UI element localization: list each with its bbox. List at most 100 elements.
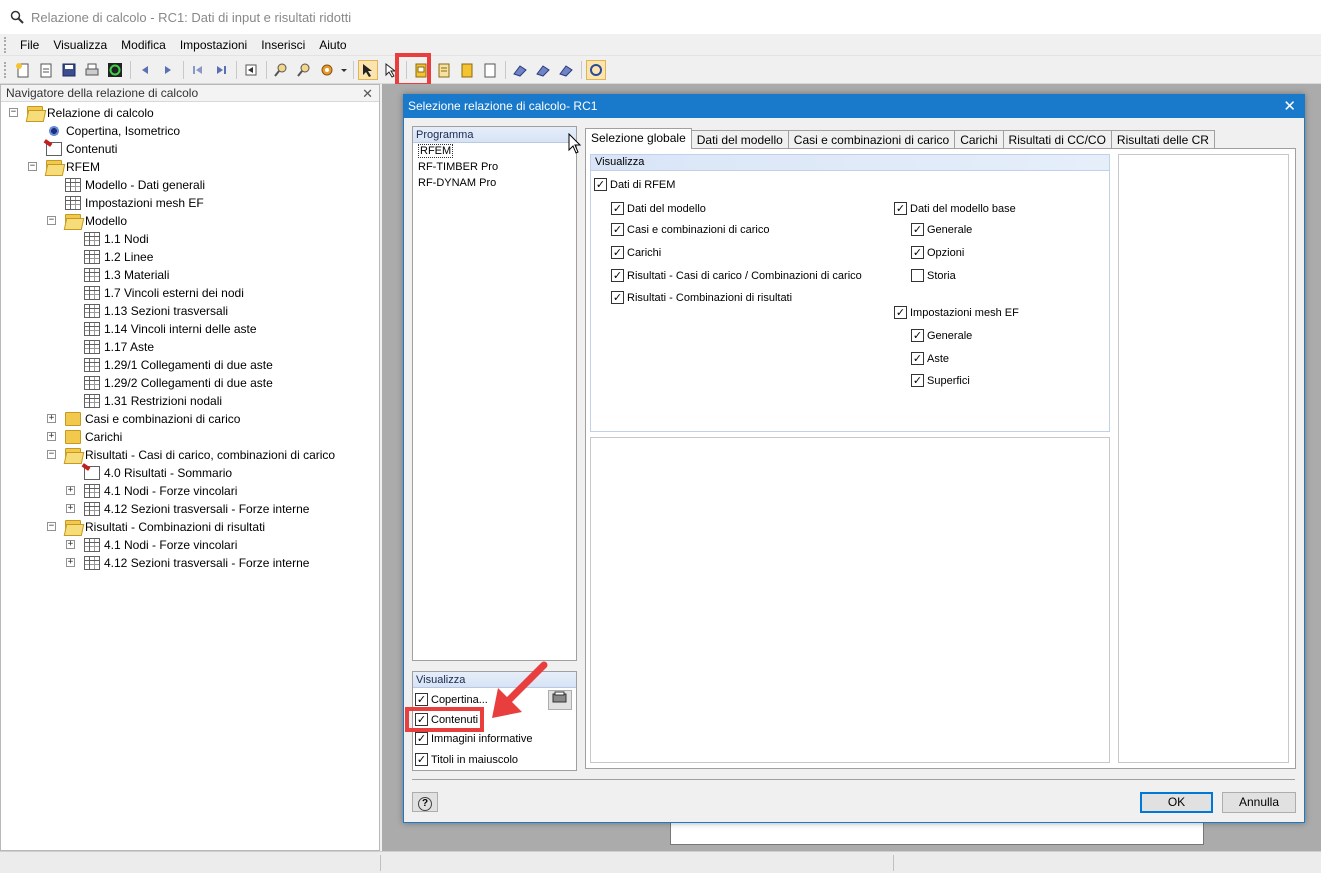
check-mesh-aste[interactable]: ✓ Aste (911, 352, 949, 365)
expand-icon[interactable]: + (66, 540, 75, 549)
program-item-rf-timber[interactable]: RF-TIMBER Pro (413, 159, 576, 175)
tree-item[interactable]: − Relazione di calcolo (1, 104, 379, 122)
check-mesh-superfici[interactable]: ✓ Superfici (911, 374, 970, 387)
check-mesh-generale[interactable]: ✓ Generale (911, 329, 972, 342)
check-dati-modello-base-box[interactable]: ✓ (894, 202, 907, 215)
expand-icon[interactable]: + (66, 504, 75, 513)
tree-item[interactable]: 4.0 Risultati - Sommario (1, 464, 379, 482)
report-header-icon[interactable] (457, 60, 477, 80)
tree-item[interactable]: + Carichi (1, 428, 379, 446)
expand-icon[interactable]: + (47, 432, 56, 441)
check-base-storia-box[interactable] (911, 269, 924, 282)
check-carichi-box[interactable]: ✓ (611, 246, 624, 259)
program-item-rf-dynam[interactable]: RF-DYNAM Pro (413, 175, 576, 191)
menu-file[interactable]: File (13, 35, 46, 55)
menu-aiuto[interactable]: Aiuto (312, 35, 353, 55)
tree-item[interactable]: − Risultati - Casi di carico, combinazion… (1, 446, 379, 464)
check-dati-modello-base[interactable]: ✓ Dati del modello base (894, 202, 1016, 215)
report-page-icon[interactable] (480, 60, 500, 80)
settings-gear-icon[interactable] (317, 60, 337, 80)
collapse-icon[interactable]: − (28, 162, 37, 171)
tree-item[interactable]: 1.2 Linee (1, 248, 379, 266)
check-dati-rfem-box[interactable]: ✓ (594, 178, 607, 191)
check-mesh-generale-box[interactable]: ✓ (911, 329, 924, 342)
check-casi-combinazioni[interactable]: ✓ Casi e combinazioni di carico (611, 223, 769, 236)
open-report-icon[interactable] (36, 60, 56, 80)
tree-item[interactable]: +4.12 Sezioni trasversali - Forze intern… (1, 500, 379, 518)
prev-page-icon[interactable] (135, 60, 155, 80)
last-page-icon[interactable] (211, 60, 231, 80)
zoom-in-icon[interactable] (271, 60, 291, 80)
tree-item[interactable]: + Casi e combinazioni di carico (1, 410, 379, 428)
tree-item[interactable]: − Modello (1, 212, 379, 230)
dialog-close-icon[interactable]: ✕ (1283, 95, 1296, 118)
tree-item[interactable]: Copertina, Isometrico (1, 122, 379, 140)
collapse-icon[interactable]: − (47, 216, 56, 225)
check-risultati-cr-box[interactable]: ✓ (611, 291, 624, 304)
expand-icon[interactable]: + (47, 414, 56, 423)
tree-item[interactable]: 1.14 Vincoli interni delle aste (1, 320, 379, 338)
tree-item[interactable]: Modello - Dati generali (1, 176, 379, 194)
option-copertina[interactable]: ✓ Copertina... (415, 693, 488, 706)
check-base-generale-box[interactable]: ✓ (911, 223, 924, 236)
tree-item[interactable]: Impostazioni mesh EF (1, 194, 379, 212)
collapse-icon[interactable]: − (47, 450, 56, 459)
ok-button[interactable]: OK (1140, 792, 1213, 813)
option-immagini-checkbox[interactable]: ✓ (415, 732, 428, 745)
next-page-icon[interactable] (158, 60, 178, 80)
tree-item[interactable]: +4.12 Sezioni trasversali - Forze intern… (1, 554, 379, 572)
check-risultati-cc[interactable]: ✓ Risultati - Casi di carico / Combinazio… (611, 269, 862, 282)
goto-page-icon[interactable] (241, 60, 261, 80)
tree-item[interactable]: 1.29/1 Collegamenti di due aste (1, 356, 379, 374)
check-base-opzioni-box[interactable]: ✓ (911, 246, 924, 259)
check-mesh-ef[interactable]: ✓ Impostazioni mesh EF (894, 306, 1019, 319)
menu-modifica[interactable]: Modifica (114, 35, 173, 55)
tree-item[interactable]: 1.7 Vincoli esterni dei nodi (1, 284, 379, 302)
save-icon[interactable] (59, 60, 79, 80)
tree-item[interactable]: 1.29/2 Collegamenti di due aste (1, 374, 379, 392)
check-dati-modello[interactable]: ✓ Dati del modello (611, 202, 706, 215)
option-titoli-checkbox[interactable]: ✓ (415, 753, 428, 766)
model-graphic-icon[interactable] (533, 60, 553, 80)
expand-icon[interactable]: + (66, 558, 75, 567)
refresh-icon[interactable] (105, 60, 125, 80)
check-mesh-aste-box[interactable]: ✓ (911, 352, 924, 365)
collapse-icon[interactable]: − (9, 108, 18, 117)
tree-item[interactable]: − RFEM (1, 158, 379, 176)
check-mesh-ef-box[interactable]: ✓ (894, 306, 907, 319)
zoom-out-icon[interactable] (294, 60, 314, 80)
option-titoli[interactable]: ✓ Titoli in maiuscolo (415, 753, 518, 766)
cancel-button[interactable]: Annulla (1222, 792, 1296, 813)
program-item-rfem[interactable]: RFEM (413, 143, 576, 159)
model-export-icon[interactable] (556, 60, 576, 80)
select-pointer-icon[interactable] (358, 60, 378, 80)
tree-item[interactable]: Contenuti (1, 140, 379, 158)
menu-impostazioni[interactable]: Impostazioni (173, 35, 254, 55)
check-risultati-cc-box[interactable]: ✓ (611, 269, 624, 282)
print-icon[interactable] (82, 60, 102, 80)
tab-risultati-cc-co[interactable]: Risultati di CC/CO (1002, 130, 1112, 149)
expand-icon[interactable]: + (66, 486, 75, 495)
tab-selezione-globale[interactable]: Selezione globale (585, 128, 692, 149)
option-copertina-checkbox[interactable]: ✓ (415, 693, 428, 706)
navigator-close-icon[interactable]: ✕ (362, 85, 373, 102)
check-base-storia[interactable]: Storia (911, 269, 956, 282)
tree-item[interactable]: 1.13 Sezioni trasversali (1, 302, 379, 320)
tree-item[interactable]: 1.1 Nodi (1, 230, 379, 248)
menu-visualizza[interactable]: Visualizza (46, 35, 114, 55)
check-casi-combinazioni-box[interactable]: ✓ (611, 223, 624, 236)
check-dati-modello-box[interactable]: ✓ (611, 202, 624, 215)
check-carichi[interactable]: ✓ Carichi (611, 246, 661, 259)
check-dati-rfem[interactable]: ✓ Dati di RFEM (594, 178, 675, 191)
report-pages-icon[interactable] (434, 60, 454, 80)
menu-inserisci[interactable]: Inserisci (254, 35, 312, 55)
check-base-generale[interactable]: ✓ Generale (911, 223, 972, 236)
tree-item[interactable]: 1.31 Restrizioni nodali (1, 392, 379, 410)
tree-item[interactable]: 1.17 Aste (1, 338, 379, 356)
dropdown-arrow-icon[interactable] (340, 60, 348, 80)
first-page-icon[interactable] (188, 60, 208, 80)
help-button[interactable]: ? (412, 792, 438, 812)
tab-carichi[interactable]: Carichi (954, 130, 1004, 149)
check-risultati-cr[interactable]: ✓ Risultati - Combinazioni di risultati (611, 291, 792, 304)
model-view-icon[interactable] (510, 60, 530, 80)
